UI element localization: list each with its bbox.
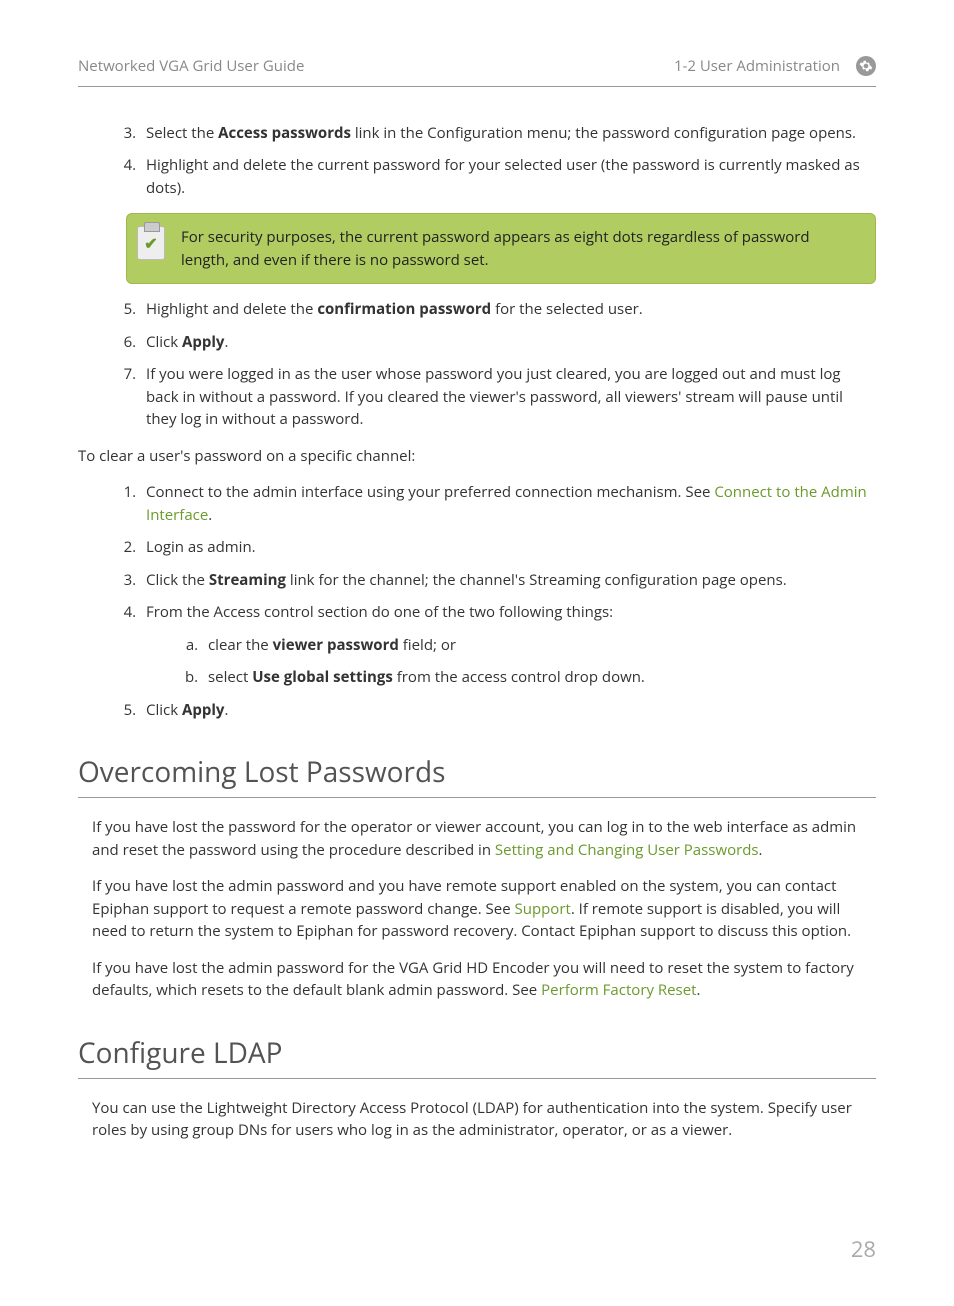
steps-list-b: Highlight and delete the confirmation pa… bbox=[78, 298, 876, 431]
list-item: Click Apply. bbox=[140, 699, 876, 722]
page-number: 28 bbox=[78, 1232, 876, 1266]
security-callout: ✔ For security purposes, the current pas… bbox=[126, 213, 876, 284]
callout-text: For security purposes, the current passw… bbox=[181, 226, 859, 271]
list-item: From the Access control section do one o… bbox=[140, 601, 876, 689]
list-item: Connect to the admin interface using you… bbox=[140, 481, 876, 526]
body-paragraph: If you have lost the admin password and … bbox=[92, 875, 876, 943]
header-right-group: 1-2 User Administration bbox=[674, 55, 876, 78]
header-left: Networked VGA Grid User Guide bbox=[78, 55, 304, 78]
clipboard-check-icon: ✔ bbox=[137, 226, 165, 260]
body-paragraph: If you have lost the password for the op… bbox=[92, 816, 876, 861]
gear-icon bbox=[856, 56, 876, 76]
factory-reset-link[interactable]: Perform Factory Reset bbox=[541, 980, 696, 1000]
list-item: clear the viewer password field; or bbox=[202, 634, 876, 657]
body-paragraph: If you have lost the admin password for … bbox=[92, 957, 876, 1002]
section-title-overcoming: Overcoming Lost Passwords bbox=[78, 751, 876, 798]
section-title-ldap: Configure LDAP bbox=[78, 1032, 876, 1079]
list-item: Click the Streaming link for the channel… bbox=[140, 569, 876, 592]
steps-list-a: Select the Access passwords link in the … bbox=[78, 122, 876, 200]
list-item: Highlight and delete the current passwor… bbox=[140, 154, 876, 199]
setting-passwords-link[interactable]: Setting and Changing User Passwords bbox=[495, 840, 759, 860]
list-item: Highlight and delete the confirmation pa… bbox=[140, 298, 876, 321]
list-item: If you were logged in as the user whose … bbox=[140, 363, 876, 431]
list-item: Login as admin. bbox=[140, 536, 876, 559]
list-item: Click Apply. bbox=[140, 331, 876, 354]
support-link[interactable]: Support bbox=[515, 899, 571, 919]
sub-list: clear the viewer password field; or sele… bbox=[146, 634, 876, 689]
page-header: Networked VGA Grid User Guide 1-2 User A… bbox=[78, 55, 876, 87]
list-item: select Use global settings from the acce… bbox=[202, 666, 876, 689]
clear-password-intro: To clear a user's password on a specific… bbox=[78, 445, 876, 468]
list-item: Select the Access passwords link in the … bbox=[140, 122, 876, 145]
header-right: 1-2 User Administration bbox=[674, 55, 840, 78]
body-paragraph: You can use the Lightweight Directory Ac… bbox=[92, 1097, 876, 1142]
steps-list-c: Connect to the admin interface using you… bbox=[78, 481, 876, 721]
